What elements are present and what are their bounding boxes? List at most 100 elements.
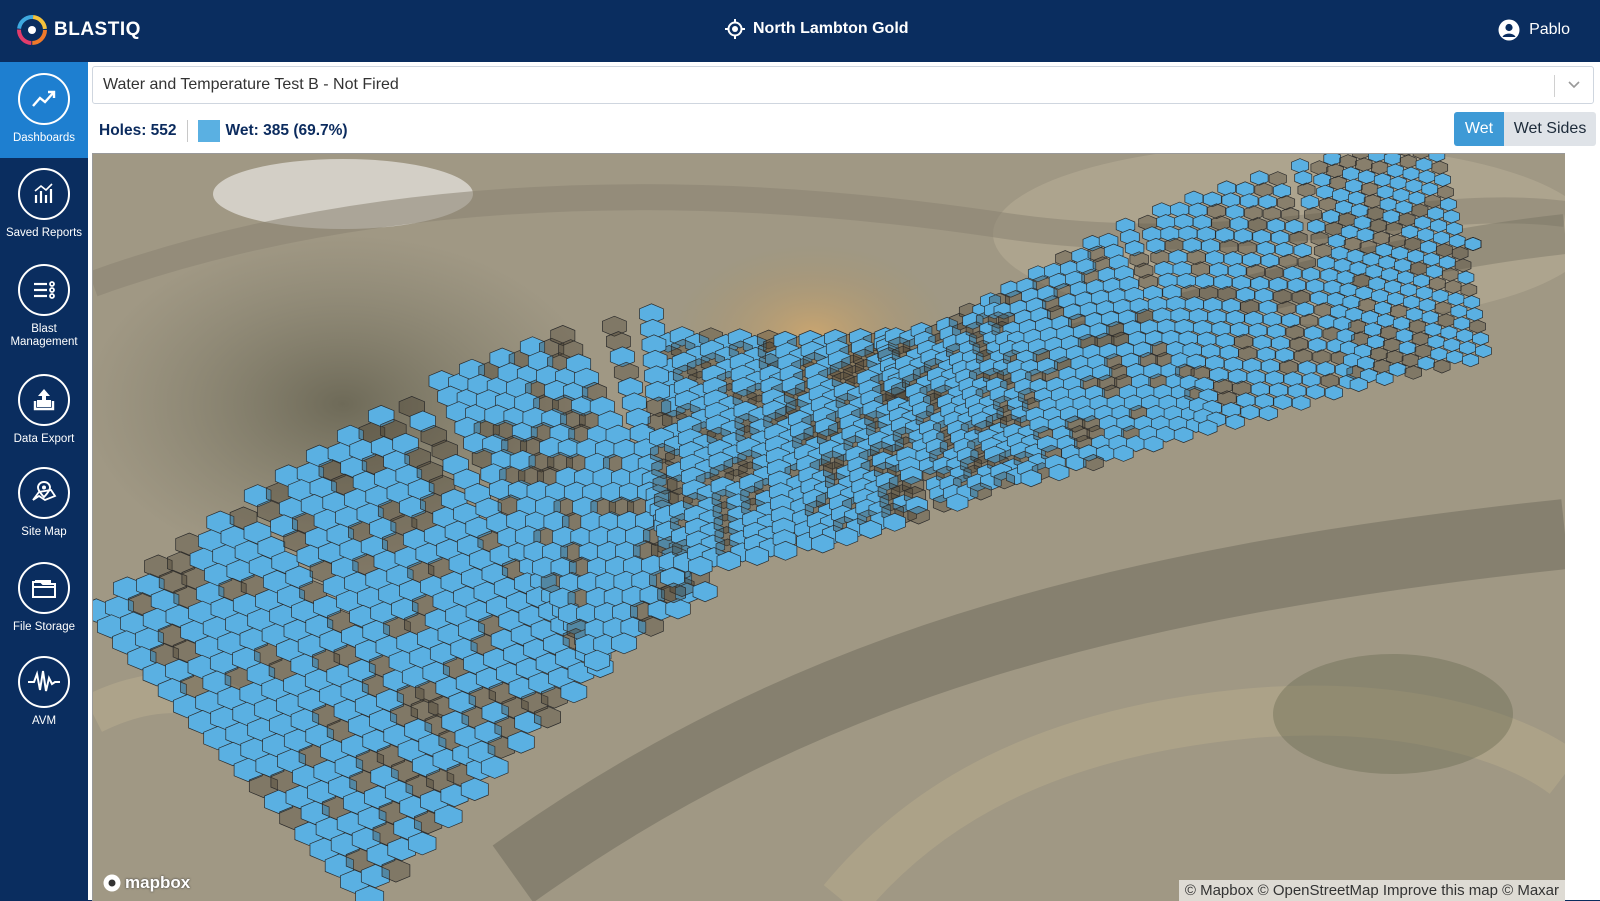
blast-hole-cell[interactable] [1395,200,1413,215]
blast-hole-cell[interactable] [1299,313,1319,329]
blast-hole-cell[interactable] [1415,285,1433,301]
blast-hole-cell[interactable] [1306,278,1325,294]
blast-hole-cell[interactable] [1346,248,1365,264]
blast-hole-cell[interactable] [1427,334,1445,349]
blast-hole-cell[interactable] [1438,255,1456,270]
blast-hole-cell[interactable] [1289,230,1308,247]
blast-hole-cell[interactable] [1431,288,1449,304]
blast-hole-cell[interactable] [1329,175,1347,191]
blast-hole-cell[interactable] [1417,356,1435,371]
blast-hole-cell[interactable] [1402,166,1420,181]
blast-hole-cell[interactable] [1391,246,1409,261]
wet-sides-toggle-button[interactable]: Wet Sides [1504,112,1596,146]
blast-hole-cell[interactable] [1389,175,1407,191]
blast-hole-cell[interactable] [1421,182,1439,197]
blast-hole-cell[interactable] [1428,276,1446,291]
blast-hole-cell[interactable] [1424,194,1442,209]
blast-select-dropdown[interactable]: Water and Temperature Test B - Not Fired [92,66,1594,104]
blast-hole-cell[interactable] [1440,325,1458,340]
blast-hole-cell[interactable] [1364,322,1382,338]
sidebar-item-avm[interactable]: AVM [0,656,88,728]
blast-hole-cell[interactable] [1437,313,1455,328]
sidebar-item-dashboards[interactable]: Dashboards [0,62,88,158]
blast-hole-cell[interactable] [1459,340,1477,355]
blast-hole-cell[interactable] [1408,191,1426,206]
blast-hole-cell[interactable] [1272,183,1291,199]
blast-hole-cell[interactable] [1420,240,1438,255]
blast-hole-cell[interactable] [1338,212,1356,228]
blast-hole-cell[interactable] [1300,194,1319,210]
wet-toggle-button[interactable]: Wet [1454,112,1504,146]
blast-hole-cell[interactable] [1379,197,1397,212]
sidebar-item-file-storage[interactable]: File Storage [0,562,88,634]
blast-hole-cell[interactable] [1441,267,1459,282]
blast-hole-cell[interactable] [1437,185,1454,200]
blast-hole-cell[interactable] [1297,182,1316,198]
mapbox-logo[interactable]: mapbox [103,873,190,893]
blast-hole-cell[interactable] [1418,298,1436,313]
blast-hole-cell[interactable] [1386,163,1404,178]
blast-hole-cell[interactable] [1355,285,1374,301]
blast-hole-cell[interactable] [1258,194,1277,210]
blast-hole-cell[interactable] [1435,243,1453,258]
blast-hole-cell[interactable] [1268,171,1287,187]
blast-hole-cell[interactable] [1417,227,1435,242]
blast-hole-cell[interactable] [1281,207,1300,223]
blast-hole-cell[interactable] [1399,154,1417,169]
blast-hole-cell[interactable] [1394,258,1412,273]
blast-hole-cell[interactable] [1323,279,1342,295]
blast-hole-cell[interactable] [1310,231,1329,247]
blast-hole-cell[interactable] [1433,359,1451,374]
blast-hole-cell[interactable] [1460,282,1478,297]
blast-hole-cell[interactable] [1390,304,1408,319]
blast-hole-cell[interactable] [1444,279,1462,294]
blast-hole-cell[interactable] [1358,297,1376,313]
blast-hole-cell[interactable] [1457,270,1475,285]
user-menu[interactable]: Pablo [1498,19,1570,41]
blast-hole-cell[interactable] [1358,169,1376,185]
blast-hole-cell[interactable] [1411,203,1429,218]
blast-hole-cell[interactable] [1367,334,1385,350]
blast-hole-cell[interactable] [1424,322,1442,337]
blast-hole-cell[interactable] [1464,237,1482,251]
blast-hole-cell[interactable] [1326,291,1345,307]
map-view[interactable]: mapbox © Mapbox © OpenStreetMap Improve … [92,153,1565,901]
blast-hole-cell[interactable] [1472,331,1489,346]
blast-hole-cell[interactable] [1434,301,1452,316]
blast-hole-cell[interactable] [1469,319,1486,334]
blast-hole-cell[interactable] [1431,160,1449,175]
blast-hole-cell[interactable] [1413,273,1431,288]
blast-hole-cell[interactable] [1462,353,1479,368]
blast-hole-cell[interactable] [1414,215,1432,230]
blast-hole-cell[interactable] [1370,346,1388,362]
blast-hole-cell[interactable] [1443,209,1460,224]
blast-hole-cell[interactable] [1407,249,1425,264]
blast-hole-cell[interactable] [1456,328,1474,343]
blast-hole-cell[interactable] [1314,302,1333,318]
blast-hole-cell[interactable] [1404,236,1422,252]
site-selector[interactable]: North Lambton Gold [725,19,909,39]
blast-hole-cell[interactable] [1273,394,1293,410]
map-attribution[interactable]: © Mapbox © OpenStreetMap Improve this ma… [1178,880,1565,901]
blast-hole-cell[interactable] [1343,236,1362,252]
blast-hole-cell[interactable] [1382,209,1400,224]
blast-hole-cell[interactable] [1447,292,1465,307]
blast-hole-cell[interactable] [1291,158,1309,174]
satellite-map[interactable] [93,154,1565,901]
blast-hole-cell[interactable] [1466,307,1483,322]
blast-hole-cell[interactable] [1317,255,1336,271]
blast-hole-cell[interactable] [1450,304,1468,319]
blast-hole-cell[interactable] [1451,246,1469,261]
blast-hole-cell[interactable] [1443,337,1461,352]
blast-hole-cell[interactable] [1430,346,1448,362]
blast-hole-cell[interactable] [1398,212,1416,227]
blast-hole-cell[interactable] [1283,265,1302,282]
sidebar-item-data-export[interactable]: Data Export [0,374,88,446]
blast-hole-cell[interactable] [1401,224,1419,239]
blast-hole-cell[interactable] [1400,282,1418,298]
blast-hole-cell[interactable] [1324,385,1343,401]
blast-hole-cell[interactable] [1287,277,1306,293]
blast-hole-cell[interactable] [1423,252,1440,267]
blast-hole-cell[interactable] [1454,258,1472,273]
blast-hole-cell[interactable] [1408,319,1426,334]
